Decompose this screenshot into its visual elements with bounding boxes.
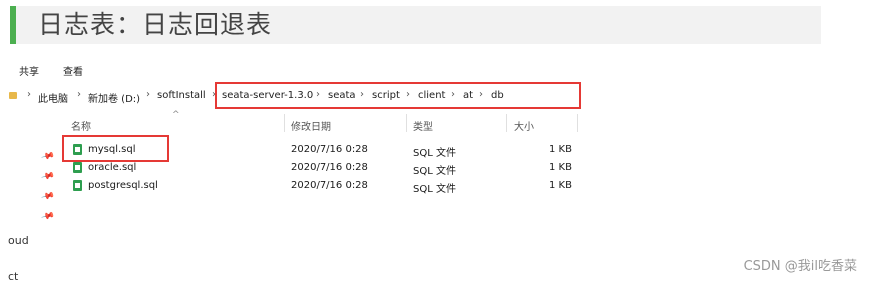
file-size: 1 KB [549,180,572,191]
column-divider[interactable] [284,114,285,132]
file-name: oracle.sql [88,162,137,173]
file-highlight-box [62,135,169,162]
file-type: SQL 文件 [413,148,456,159]
breadcrumb-drive-d[interactable]: 新加卷 (D:) [88,90,140,105]
nav-pane-item-fragment[interactable]: ct [8,270,18,283]
nav-pane-item-fragment[interactable]: oud [8,234,29,247]
column-header-modified[interactable]: 修改日期 [291,118,331,133]
column-divider[interactable] [406,114,407,132]
column-header-size[interactable]: 大小 [514,118,534,133]
address-highlight-box [215,82,581,109]
column-header-type[interactable]: 类型 [413,118,433,133]
folder-icon [9,92,17,99]
sql-file-icon [73,162,82,173]
ribbon-tabs: 共享 查看 [0,60,871,80]
pin-icon: 📌 [40,209,55,225]
breadcrumb-separator: › [77,89,81,100]
breadcrumb-separator: › [27,89,31,100]
file-row[interactable]: postgresql.sql 2020/7/16 0:28 SQL 文件 1 K… [0,177,600,195]
watermark: CSDN @我il吃香菜 [743,259,857,274]
tab-view[interactable]: 查看 [63,63,83,78]
file-name: postgresql.sql [88,180,158,191]
file-size: 1 KB [549,162,572,173]
file-modified: 2020/7/16 0:28 [291,162,368,173]
breadcrumb-separator: › [146,89,150,100]
sql-file-icon [73,180,82,191]
breadcrumb-this-pc[interactable]: 此电脑 [38,90,68,105]
column-header-name[interactable]: 名称 [71,118,91,133]
sort-ascending-icon: ^ [172,110,180,120]
column-divider[interactable] [577,114,578,132]
page-title: 日志表：日志回退表 [38,10,273,39]
heading-band: 日志表：日志回退表 [10,6,821,44]
file-modified: 2020/7/16 0:28 [291,180,368,191]
breadcrumb-softinstall[interactable]: softInstall [157,90,206,101]
column-divider[interactable] [506,114,507,132]
file-modified: 2020/7/16 0:28 [291,144,368,155]
tab-share[interactable]: 共享 [19,63,39,78]
file-size: 1 KB [549,144,572,155]
file-type: SQL 文件 [413,166,456,177]
file-type: SQL 文件 [413,184,456,195]
